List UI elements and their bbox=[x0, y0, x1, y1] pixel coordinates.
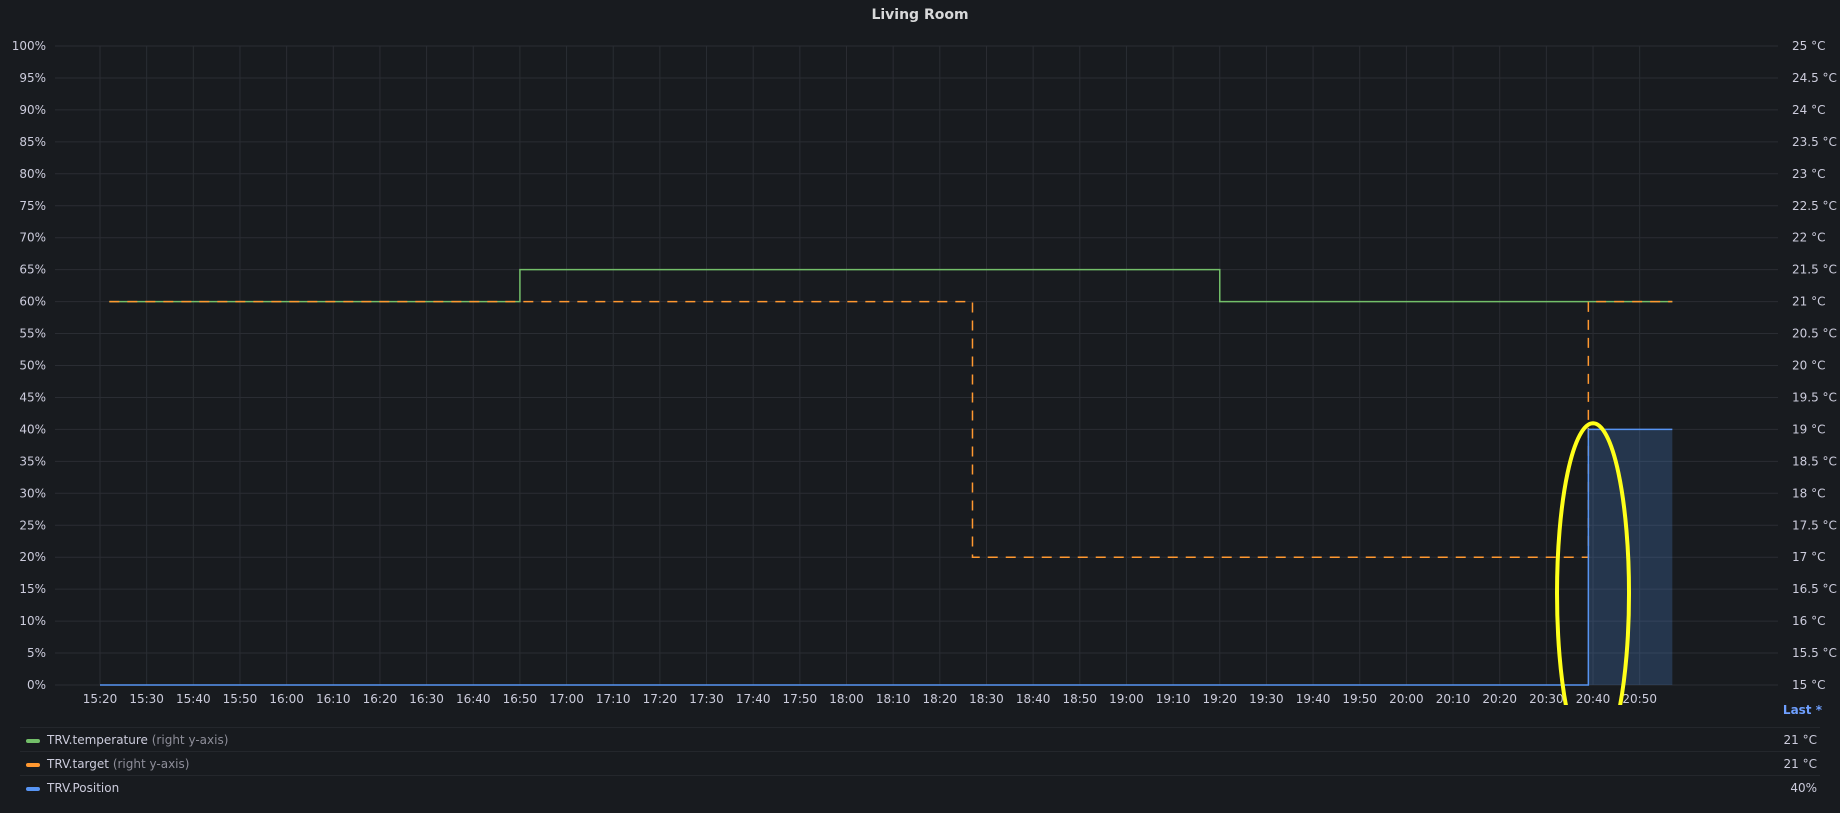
x-tick-label: 17:00 bbox=[549, 692, 584, 705]
x-tick-label: 18:00 bbox=[829, 692, 864, 705]
time-series-plot[interactable]: 0% 5% 10% 15% 20% 25% 30% 35% 40% 45% 50% 55% 60% 65%… bbox=[0, 0, 1840, 705]
x-tick-label: 20:10 bbox=[1436, 692, 1471, 705]
y-right-tick-label: 19 °C bbox=[1792, 422, 1825, 436]
y-left-tick-label: 75% bbox=[19, 199, 46, 213]
y-right-tick-label: 21.5 °C bbox=[1792, 263, 1837, 277]
y-left-tick-label: 20% bbox=[19, 550, 46, 564]
y-left-tick-label: 35% bbox=[19, 454, 46, 468]
x-tick-label: 15:30 bbox=[129, 692, 164, 705]
x-tick-label: 17:50 bbox=[783, 692, 818, 705]
y-right-tick-label: 25 °C bbox=[1792, 39, 1825, 53]
x-tick-label: 19:30 bbox=[1249, 692, 1284, 705]
legend-swatch bbox=[26, 763, 40, 767]
y-left-tick-label: 25% bbox=[19, 518, 46, 532]
y-right-tick-label: 22.5 °C bbox=[1792, 199, 1837, 213]
legend-last-value: 40% bbox=[1790, 781, 1817, 795]
y-left-tick-label: 15% bbox=[19, 582, 46, 596]
y-left-tick-label: 5% bbox=[27, 646, 46, 660]
legend-series-name: TRV.target bbox=[47, 757, 109, 771]
x-tick-label: 15:40 bbox=[176, 692, 211, 705]
y-left-tick-label: 60% bbox=[19, 295, 46, 309]
legend-item-position[interactable]: TRV.Position 40% bbox=[20, 775, 1820, 800]
x-tick-label: 19:40 bbox=[1296, 692, 1331, 705]
chart-panel: Living Room 0% 5% 10% 15% 20% 25% 30% 35% 40% 45%… bbox=[0, 0, 1840, 813]
series-area-fill bbox=[1588, 429, 1673, 685]
x-tick-label: 18:10 bbox=[876, 692, 911, 705]
y-left-tick-label: 40% bbox=[19, 422, 46, 436]
x-tick-label: 20:20 bbox=[1482, 692, 1517, 705]
x-tick-label: 19:50 bbox=[1342, 692, 1377, 705]
y-left-tick-label: 90% bbox=[19, 103, 46, 117]
x-tick-label: 20:40 bbox=[1576, 692, 1611, 705]
x-tick-label: 18:40 bbox=[1016, 692, 1051, 705]
x-tick-label: 20:00 bbox=[1389, 692, 1424, 705]
y-right-tick-label: 20 °C bbox=[1792, 359, 1825, 373]
x-tick-label: 18:30 bbox=[969, 692, 1004, 705]
y-left-tick-label: 70% bbox=[19, 231, 46, 245]
y-left-tick-label: 0% bbox=[27, 678, 46, 692]
y-right-tick-label: 17.5 °C bbox=[1792, 518, 1837, 532]
x-tick-label: 16:30 bbox=[409, 692, 444, 705]
x-tick-label: 18:20 bbox=[923, 692, 958, 705]
y-right-tick-label: 24.5 °C bbox=[1792, 71, 1837, 85]
y-right-tick-label: 15 °C bbox=[1792, 678, 1825, 692]
legend-swatch bbox=[26, 739, 40, 743]
legend-last-value: 21 °C bbox=[1783, 757, 1817, 771]
y-right-tick-label: 18.5 °C bbox=[1792, 454, 1837, 468]
legend-last-value: 21 °C bbox=[1783, 733, 1817, 747]
x-tick-label: 17:10 bbox=[596, 692, 631, 705]
y-left-tick-label: 45% bbox=[19, 390, 46, 404]
y-right-tick-label: 17 °C bbox=[1792, 550, 1825, 564]
legend-series-name: TRV.Position bbox=[47, 781, 120, 795]
legend-axis-note: (right y-axis) bbox=[112, 757, 190, 771]
y-left-tick-label: 100% bbox=[12, 39, 46, 53]
y-left-tick-label: 65% bbox=[19, 263, 46, 277]
y-right-tick-label: 15.5 °C bbox=[1792, 646, 1837, 660]
legend-series-name: TRV.temperature bbox=[47, 733, 148, 747]
x-tick-label: 17:30 bbox=[689, 692, 724, 705]
legend-item-target[interactable]: TRV.target (right y-axis) 21 °C bbox=[20, 751, 1820, 776]
legend-axis-note: (right y-axis) bbox=[151, 733, 229, 747]
x-tick-label: 17:40 bbox=[736, 692, 771, 705]
y-left-tick-label: 10% bbox=[19, 614, 46, 628]
x-tick-label: 16:40 bbox=[456, 692, 491, 705]
x-tick-label: 16:20 bbox=[363, 692, 398, 705]
y-right-tick-label: 16 °C bbox=[1792, 614, 1825, 628]
x-tick-label: 16:50 bbox=[503, 692, 538, 705]
y-left-tick-label: 55% bbox=[19, 327, 46, 341]
series-line-trv-temperature bbox=[109, 268, 1673, 303]
y-right-tick-label: 20.5 °C bbox=[1792, 327, 1837, 341]
x-tick-label: 19:10 bbox=[1156, 692, 1191, 705]
x-tick-label: 20:30 bbox=[1529, 692, 1564, 705]
y-right-tick-label: 22 °C bbox=[1792, 231, 1825, 245]
x-tick-label: 18:50 bbox=[1062, 692, 1097, 705]
x-tick-label: 20:50 bbox=[1622, 692, 1657, 705]
legend-item-temperature[interactable]: TRV.temperature (right y-axis) 21 °C bbox=[20, 727, 1820, 752]
y-left-tick-label: 85% bbox=[19, 135, 46, 149]
x-tick-label: 19:00 bbox=[1109, 692, 1144, 705]
y-left-tick-label: 30% bbox=[19, 486, 46, 500]
y-right-tick-label: 21 °C bbox=[1792, 295, 1825, 309]
y-left-tick-label: 50% bbox=[19, 359, 46, 373]
y-left-tick-label: 95% bbox=[19, 71, 46, 85]
y-right-tick-label: 23.5 °C bbox=[1792, 135, 1837, 149]
y-right-tick-label: 24 °C bbox=[1792, 103, 1825, 117]
x-tick-label: 19:20 bbox=[1202, 692, 1237, 705]
legend-swatch bbox=[26, 787, 40, 791]
legend-last-header[interactable]: Last * bbox=[1783, 703, 1822, 717]
y-right-tick-label: 19.5 °C bbox=[1792, 390, 1837, 404]
y-right-tick-label: 18 °C bbox=[1792, 486, 1825, 500]
x-tick-label: 15:50 bbox=[223, 692, 258, 705]
x-tick-label: 15:20 bbox=[83, 692, 118, 705]
x-tick-label: 16:10 bbox=[316, 692, 351, 705]
y-right-tick-label: 16.5 °C bbox=[1792, 582, 1837, 596]
x-tick-label: 17:20 bbox=[643, 692, 678, 705]
y-left-tick-label: 80% bbox=[19, 167, 46, 181]
y-right-tick-label: 23 °C bbox=[1792, 167, 1825, 181]
x-tick-label: 16:00 bbox=[269, 692, 304, 705]
